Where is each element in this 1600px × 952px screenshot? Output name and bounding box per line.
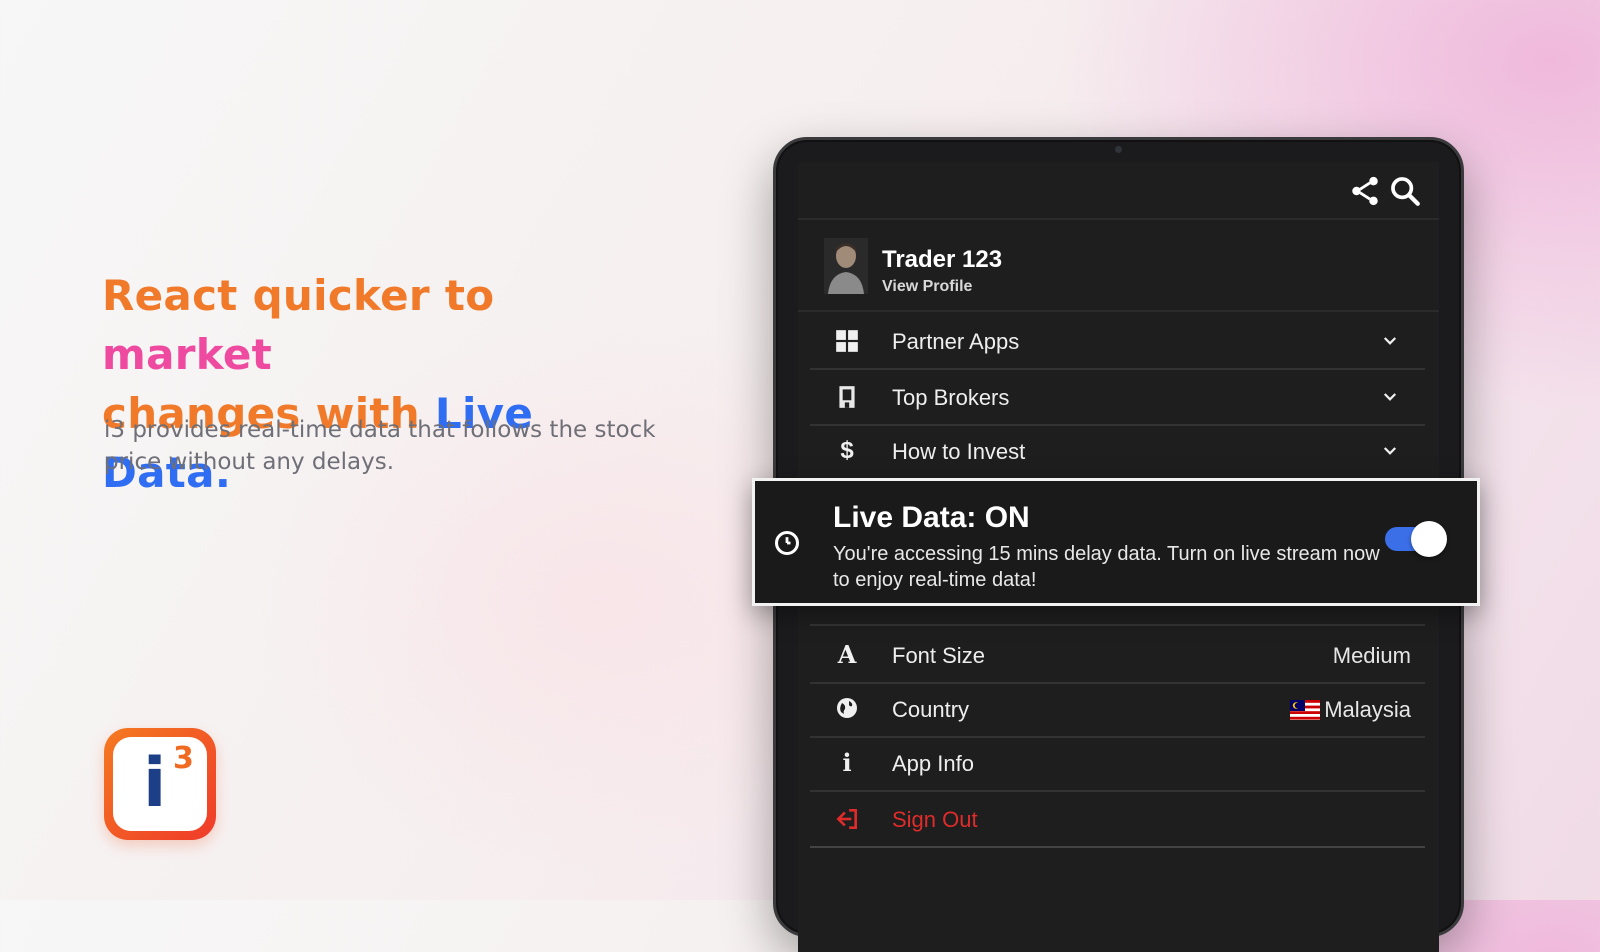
setting-label: Sign Out	[892, 807, 978, 832]
i3-logo: i 3	[104, 728, 216, 840]
menu-label: How to Invest	[892, 439, 1026, 464]
headline-part-2: market	[102, 330, 272, 379]
globe-icon	[834, 696, 860, 722]
setting-font-size[interactable]: A Font Size Medium	[810, 628, 1425, 684]
malaysia-flag	[1290, 700, 1321, 720]
live-data-description: You're accessing 15 mins delay data. Tur…	[833, 543, 1380, 591]
avatar	[824, 238, 868, 294]
share-icon[interactable]	[1348, 174, 1382, 208]
setting-country[interactable]: Country Malaysia	[810, 682, 1425, 738]
view-profile-link[interactable]: View Profile	[882, 278, 972, 296]
chevron-down-icon[interactable]	[1381, 442, 1399, 460]
profile-name: Trader 123	[882, 246, 1003, 273]
chevron-down-icon[interactable]	[1381, 332, 1399, 350]
clock-icon	[773, 529, 801, 557]
live-data-title: Live Data: ON	[833, 501, 1030, 534]
font-size-value: Medium	[1332, 643, 1411, 668]
country-name: Malaysia	[1324, 697, 1411, 722]
logo-inner: i 3	[113, 737, 207, 831]
dollar-icon: $	[840, 437, 854, 464]
camera-dot	[1115, 146, 1122, 153]
menu-item-how-to-invest[interactable]: $ How to Invest	[810, 424, 1425, 480]
chevron-down-icon[interactable]	[1381, 388, 1399, 406]
setting-sign-out[interactable]: Sign Out	[810, 792, 1425, 848]
logo-superscript: 3	[173, 741, 194, 776]
setting-label: App Info	[892, 751, 974, 776]
menu-label: Partner Apps	[892, 329, 1020, 354]
building-icon	[834, 384, 860, 410]
profile-section[interactable]: Trader 123 View Profile	[798, 220, 1439, 312]
grid-icon	[834, 328, 860, 354]
logo-letter: i	[143, 744, 167, 823]
subtext: i3 provides real-time data that follows …	[104, 417, 656, 475]
country-value: Malaysia	[1290, 697, 1411, 723]
toggle-knob	[1411, 521, 1447, 557]
top-bar	[798, 162, 1439, 220]
setting-label: Font Size	[892, 643, 985, 668]
sign-out-icon	[834, 806, 860, 832]
menu-item-partner-apps[interactable]: Partner Apps	[810, 314, 1425, 370]
menu-item-top-brokers[interactable]: Top Brokers	[810, 370, 1425, 426]
setting-app-info[interactable]: i App Info	[810, 736, 1425, 792]
info-icon: i	[842, 748, 852, 777]
setting-label: Country	[892, 697, 970, 722]
headline-part-1: React quicker to	[102, 271, 495, 320]
menu-label: Top Brokers	[892, 385, 1010, 410]
font-icon: A	[837, 640, 857, 669]
live-data-toggle[interactable]	[1385, 521, 1447, 557]
live-data-banner: Live Data: ON You're accessing 15 mins d…	[752, 478, 1480, 606]
search-icon[interactable]	[1388, 174, 1422, 208]
